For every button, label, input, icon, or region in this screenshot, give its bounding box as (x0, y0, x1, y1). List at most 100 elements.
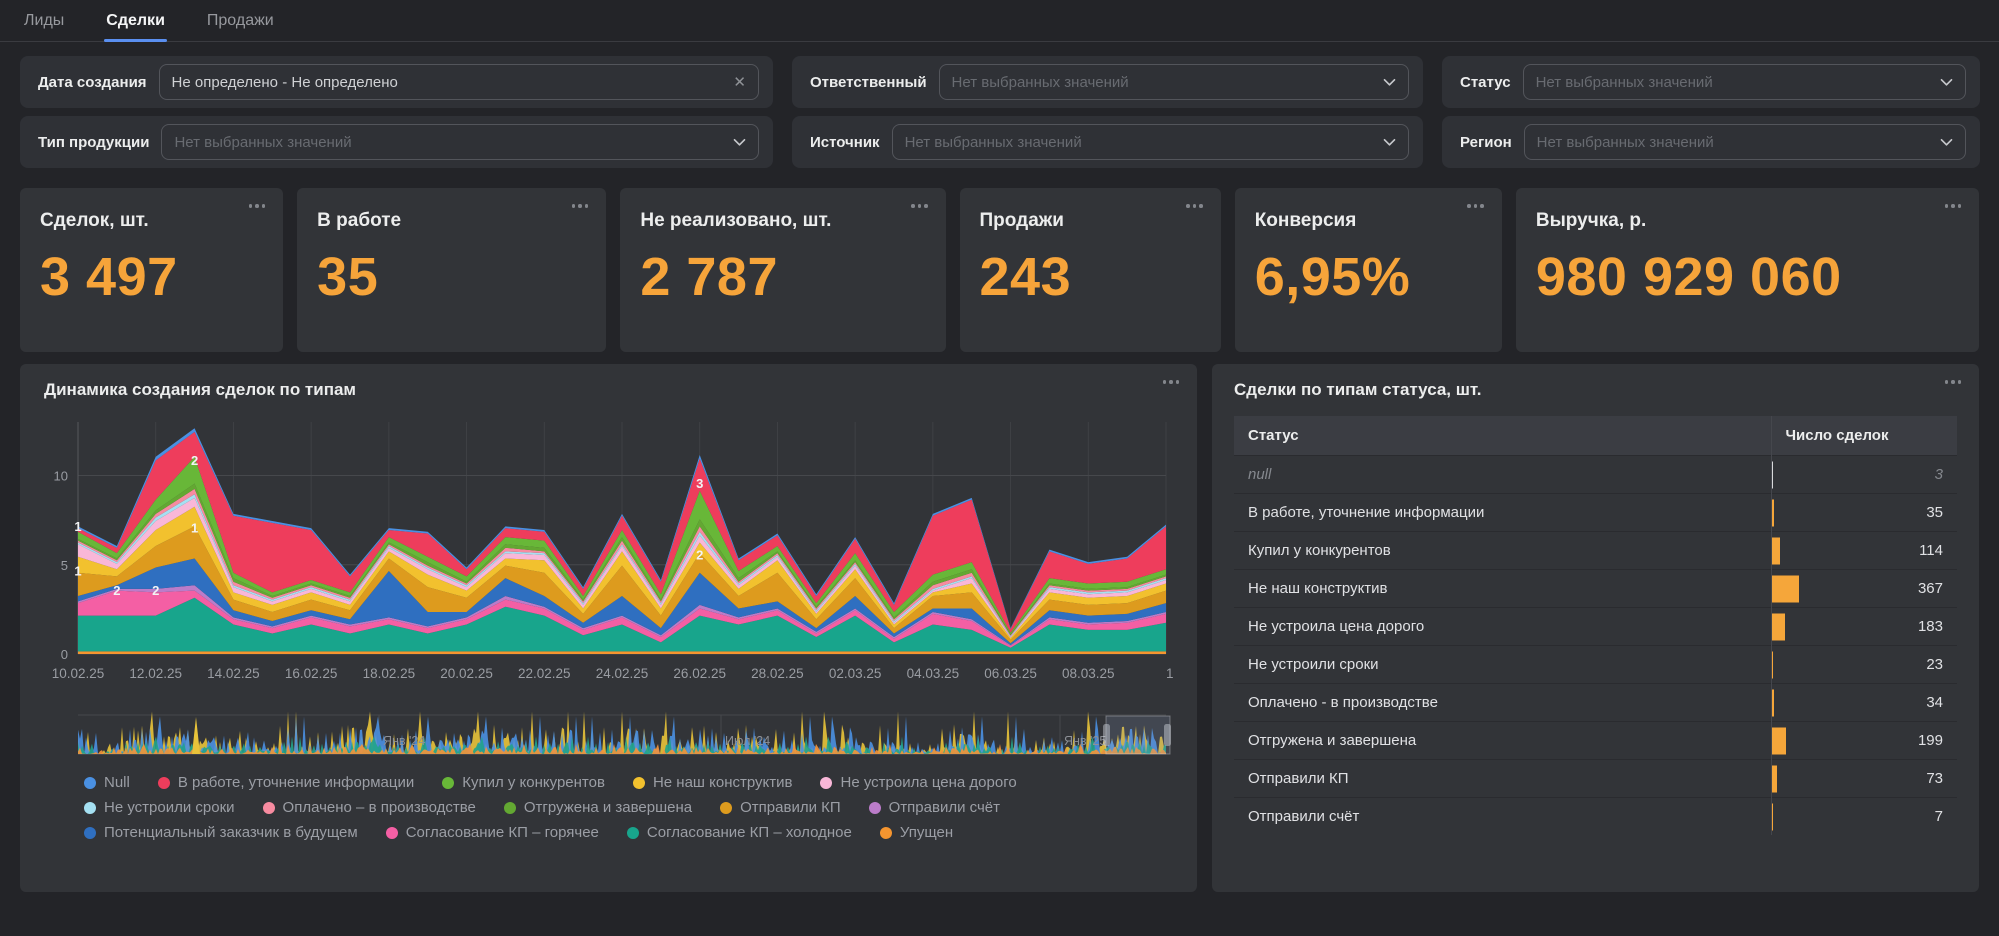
legend-label: Отгружена и завершена (524, 799, 692, 816)
column-header-status[interactable]: Статус (1234, 416, 1771, 456)
table-header-row: Статус Число сделок (1234, 416, 1957, 456)
legend-item[interactable]: Не наш конструктив (633, 774, 793, 791)
count-value: 34 (1786, 694, 1944, 711)
chevron-down-icon[interactable] (1383, 138, 1396, 147)
legend-color-dot (880, 827, 892, 839)
x-tick-label: 02.03.25 (829, 666, 882, 681)
tab-active[interactable]: Сделки (104, 2, 167, 41)
legend-item[interactable]: Оплачено – в производстве (263, 799, 476, 816)
filter-daterange: Дата созданияНе определено - Не определе… (20, 56, 773, 108)
filter-label: Статус (1460, 74, 1511, 91)
y-tick-label: 0 (61, 647, 68, 662)
legend-item[interactable]: Купил у конкурентов (442, 774, 605, 791)
count-cell: 183 (1771, 608, 1957, 646)
table-row[interactable]: В работе, уточнение информации35 (1234, 494, 1957, 532)
legend-item[interactable]: Отправили счёт (869, 799, 1000, 816)
kpi-menu-button[interactable] (1182, 200, 1207, 212)
crm-dashboard: Лиды Сделки Продажи Дата созданияНе опреде… (0, 0, 1999, 892)
legend-label: В работе, уточнение информации (178, 774, 414, 791)
select-input[interactable]: Нет выбранных значений (892, 124, 1409, 160)
table-row[interactable]: Отгружена и завершена199 (1234, 722, 1957, 760)
legend-item[interactable]: Отправили КП (720, 799, 841, 816)
kpi-card: Продажи243 (960, 188, 1221, 352)
navigator-selection[interactable] (1106, 716, 1170, 754)
chart-menu-button[interactable] (1159, 376, 1184, 388)
kpi-card: Сделок, шт.3 497 (20, 188, 283, 352)
x-tick-label: 28.02.25 (751, 666, 804, 681)
kpi-menu-button[interactable] (245, 200, 270, 212)
x-tick-label: 22.02.25 (518, 666, 571, 681)
kpi-menu-button[interactable] (907, 200, 932, 212)
value-bar (1772, 803, 1774, 830)
table-row[interactable]: Отправили счёт7 (1234, 798, 1957, 836)
stacked-area-chart: 051010.02.2512.02.2514.02.2516.02.2518.0… (44, 414, 1173, 706)
kpi-menu-button[interactable] (568, 200, 593, 212)
chevron-down-icon[interactable] (1940, 138, 1953, 147)
table-row[interactable]: Не устроили сроки23 (1234, 646, 1957, 684)
tabs: Лиды Сделки Продажи (22, 2, 276, 41)
table-row[interactable]: Купил у конкурентов114 (1234, 532, 1957, 570)
table-row[interactable]: Оплачено - в производстве34 (1234, 684, 1957, 722)
data-point-label: 1 (74, 563, 81, 578)
data-point-label: 2 (152, 583, 159, 598)
kpi-menu-button[interactable] (1463, 200, 1488, 212)
clear-icon[interactable]: ✕ (733, 75, 746, 90)
legend-label: Оплачено – в производстве (283, 799, 476, 816)
chevron-down-icon[interactable] (733, 138, 746, 147)
x-tick-label: 24.02.25 (596, 666, 649, 681)
x-tick-label: 12.02.25 (129, 666, 182, 681)
legend-item[interactable]: Упущен (880, 824, 953, 841)
filter-placeholder: Нет выбранных значений (1537, 134, 1932, 151)
value-bar (1772, 689, 1775, 716)
x-tick-label: 14.02.25 (207, 666, 260, 681)
select-input[interactable]: Нет выбранных значений (939, 64, 1409, 100)
legend-label: Отправили КП (740, 799, 841, 816)
legend-item[interactable]: Согласование КП – холодное (627, 824, 852, 841)
table-row[interactable]: Отправили КП73 (1234, 760, 1957, 798)
legend-label: Не наш конструктив (653, 774, 793, 791)
tab-bar: Лиды Сделки Продажи (0, 0, 1999, 42)
tab-item[interactable]: Лиды (22, 2, 66, 41)
x-tick-label: 18.02.25 (363, 666, 416, 681)
select-input[interactable]: Нет выбранных значений (1523, 64, 1966, 100)
legend-item[interactable]: Не устроила цена дорого (820, 774, 1016, 791)
table-menu-button[interactable] (1941, 376, 1966, 388)
select-input[interactable]: Нет выбранных значений (161, 124, 759, 160)
legend-item[interactable]: Отгружена и завершена (504, 799, 692, 816)
tab-item[interactable]: Продажи (205, 2, 276, 41)
legend-label: Согласование КП – горячее (406, 824, 599, 841)
legend-item[interactable]: Потенциальный заказчик в будущем (84, 824, 358, 841)
legend-color-dot (84, 827, 96, 839)
legend-item[interactable]: В работе, уточнение информации (158, 774, 414, 791)
daterange-input[interactable]: Не определено - Не определено✕ (159, 64, 759, 100)
legend-item[interactable]: Не устроили сроки (84, 799, 235, 816)
chevron-down-icon[interactable] (1383, 78, 1396, 87)
chevron-down-icon[interactable] (1940, 78, 1953, 87)
legend-color-dot (386, 827, 398, 839)
kpi-title: В работе (317, 210, 586, 232)
kpi-menu-button[interactable] (1941, 200, 1966, 212)
filter-placeholder: Нет выбранных значений (1536, 74, 1932, 91)
legend-item[interactable]: Согласование КП – горячее (386, 824, 599, 841)
main-content: Динамика создания сделок по типам 051010… (0, 352, 1999, 892)
kpi-row: Сделок, шт.3 497В работе35Не реализовано… (0, 178, 1999, 352)
legend-item[interactable]: Null (84, 774, 130, 791)
filter-select: ОтветственныйНет выбранных значений (792, 56, 1423, 108)
filters-panel: Дата созданияНе определено - Не определе… (0, 42, 1999, 178)
chart-range-selector[interactable]: Янв '24Июл '24Янв '25 (44, 711, 1173, 759)
status-cell: В работе, уточнение информации (1234, 494, 1771, 532)
legend-label: Потенциальный заказчик в будущем (104, 824, 358, 841)
table-row[interactable]: Не наш конструктив367 (1234, 570, 1957, 608)
table-row[interactable]: null3 (1234, 456, 1957, 494)
column-header-count[interactable]: Число сделок (1771, 416, 1957, 456)
navigator-handle-left[interactable] (1103, 724, 1110, 746)
select-input[interactable]: Нет выбранных значений (1524, 124, 1966, 160)
navigator-handle-right[interactable] (1164, 724, 1171, 746)
count-cell: 34 (1771, 684, 1957, 722)
count-value: 367 (1786, 580, 1944, 597)
x-tick-label: 10... (1166, 666, 1173, 681)
count-value: 114 (1786, 542, 1944, 559)
x-tick-label: 20.02.25 (440, 666, 493, 681)
kpi-value: 35 (317, 246, 586, 308)
table-row[interactable]: Не устроила цена дорого183 (1234, 608, 1957, 646)
